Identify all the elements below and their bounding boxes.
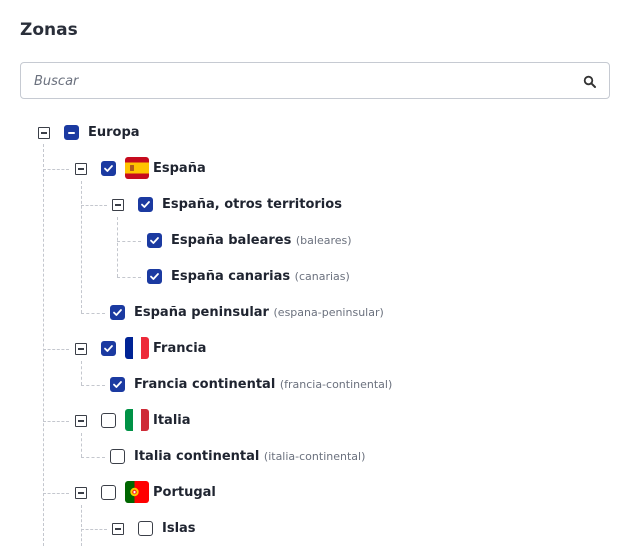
search-icon[interactable] <box>583 74 597 88</box>
collapse-toggle-espana-otros[interactable] <box>112 199 124 211</box>
flag-italy-icon <box>125 409 149 431</box>
search-input[interactable] <box>32 63 576 100</box>
collapse-toggle-espana[interactable] <box>75 163 87 175</box>
checkbox-francia[interactable] <box>101 341 116 356</box>
collapse-toggle-islas[interactable] <box>112 523 124 535</box>
checkbox-islas[interactable] <box>138 521 153 536</box>
tree-label-espana-peninsular[interactable]: España peninsular (espana-peninsular) <box>134 305 384 321</box>
checkbox-espana-otros[interactable] <box>138 197 153 212</box>
item-code: (baleares) <box>295 234 352 247</box>
tree-label-islas[interactable]: Islas <box>162 521 196 537</box>
collapse-toggle-italia[interactable] <box>75 415 87 427</box>
flag-spain-icon <box>125 157 149 179</box>
tree-label-italia[interactable]: Italia <box>153 413 191 429</box>
flag-portugal-icon <box>125 481 149 503</box>
tree-label-italia-continental[interactable]: Italia continental (italia-continental) <box>134 449 365 465</box>
item-name: España baleares <box>171 233 292 248</box>
checkbox-italia[interactable] <box>101 413 116 428</box>
checkbox-italia-continental[interactable] <box>110 449 125 464</box>
checkbox-espana-baleares[interactable] <box>147 233 162 248</box>
item-name: España canarias <box>171 269 291 284</box>
item-code: (italia-continental) <box>263 450 366 463</box>
item-name: España peninsular <box>134 305 269 320</box>
checkbox-espana-canarias[interactable] <box>147 269 162 284</box>
tree-label-francia-continental[interactable]: Francia continental (francia-continental… <box>134 377 392 393</box>
tree-label-espana-canarias[interactable]: España canarias (canarias) <box>171 269 350 285</box>
item-name: Francia continental <box>134 377 276 392</box>
item-code: (espana-peninsular) <box>273 306 384 319</box>
page-title: Zonas <box>20 20 78 40</box>
checkbox-europa[interactable] <box>64 125 79 140</box>
item-name: Italia continental <box>134 449 260 464</box>
item-code: (canarias) <box>294 270 350 283</box>
checkbox-espana[interactable] <box>101 161 116 176</box>
search-box[interactable] <box>20 62 610 100</box>
checkbox-portugal[interactable] <box>101 485 116 500</box>
tree-label-portugal[interactable]: Portugal <box>153 485 216 501</box>
tree-label-espana-otros[interactable]: España, otros territorios <box>162 197 342 213</box>
tree-label-francia[interactable]: Francia <box>153 341 206 357</box>
checkbox-espana-peninsular[interactable] <box>110 305 125 320</box>
checkbox-francia-continental[interactable] <box>110 377 125 392</box>
item-code: (francia-continental) <box>279 378 393 391</box>
flag-france-icon <box>125 337 149 359</box>
collapse-toggle-europa[interactable] <box>38 127 50 139</box>
tree-label-europa[interactable]: Europa <box>88 125 140 141</box>
tree-label-espana[interactable]: España <box>153 161 206 177</box>
collapse-toggle-francia[interactable] <box>75 343 87 355</box>
collapse-toggle-portugal[interactable] <box>75 487 87 499</box>
tree-label-espana-baleares[interactable]: España baleares (baleares) <box>171 233 352 249</box>
